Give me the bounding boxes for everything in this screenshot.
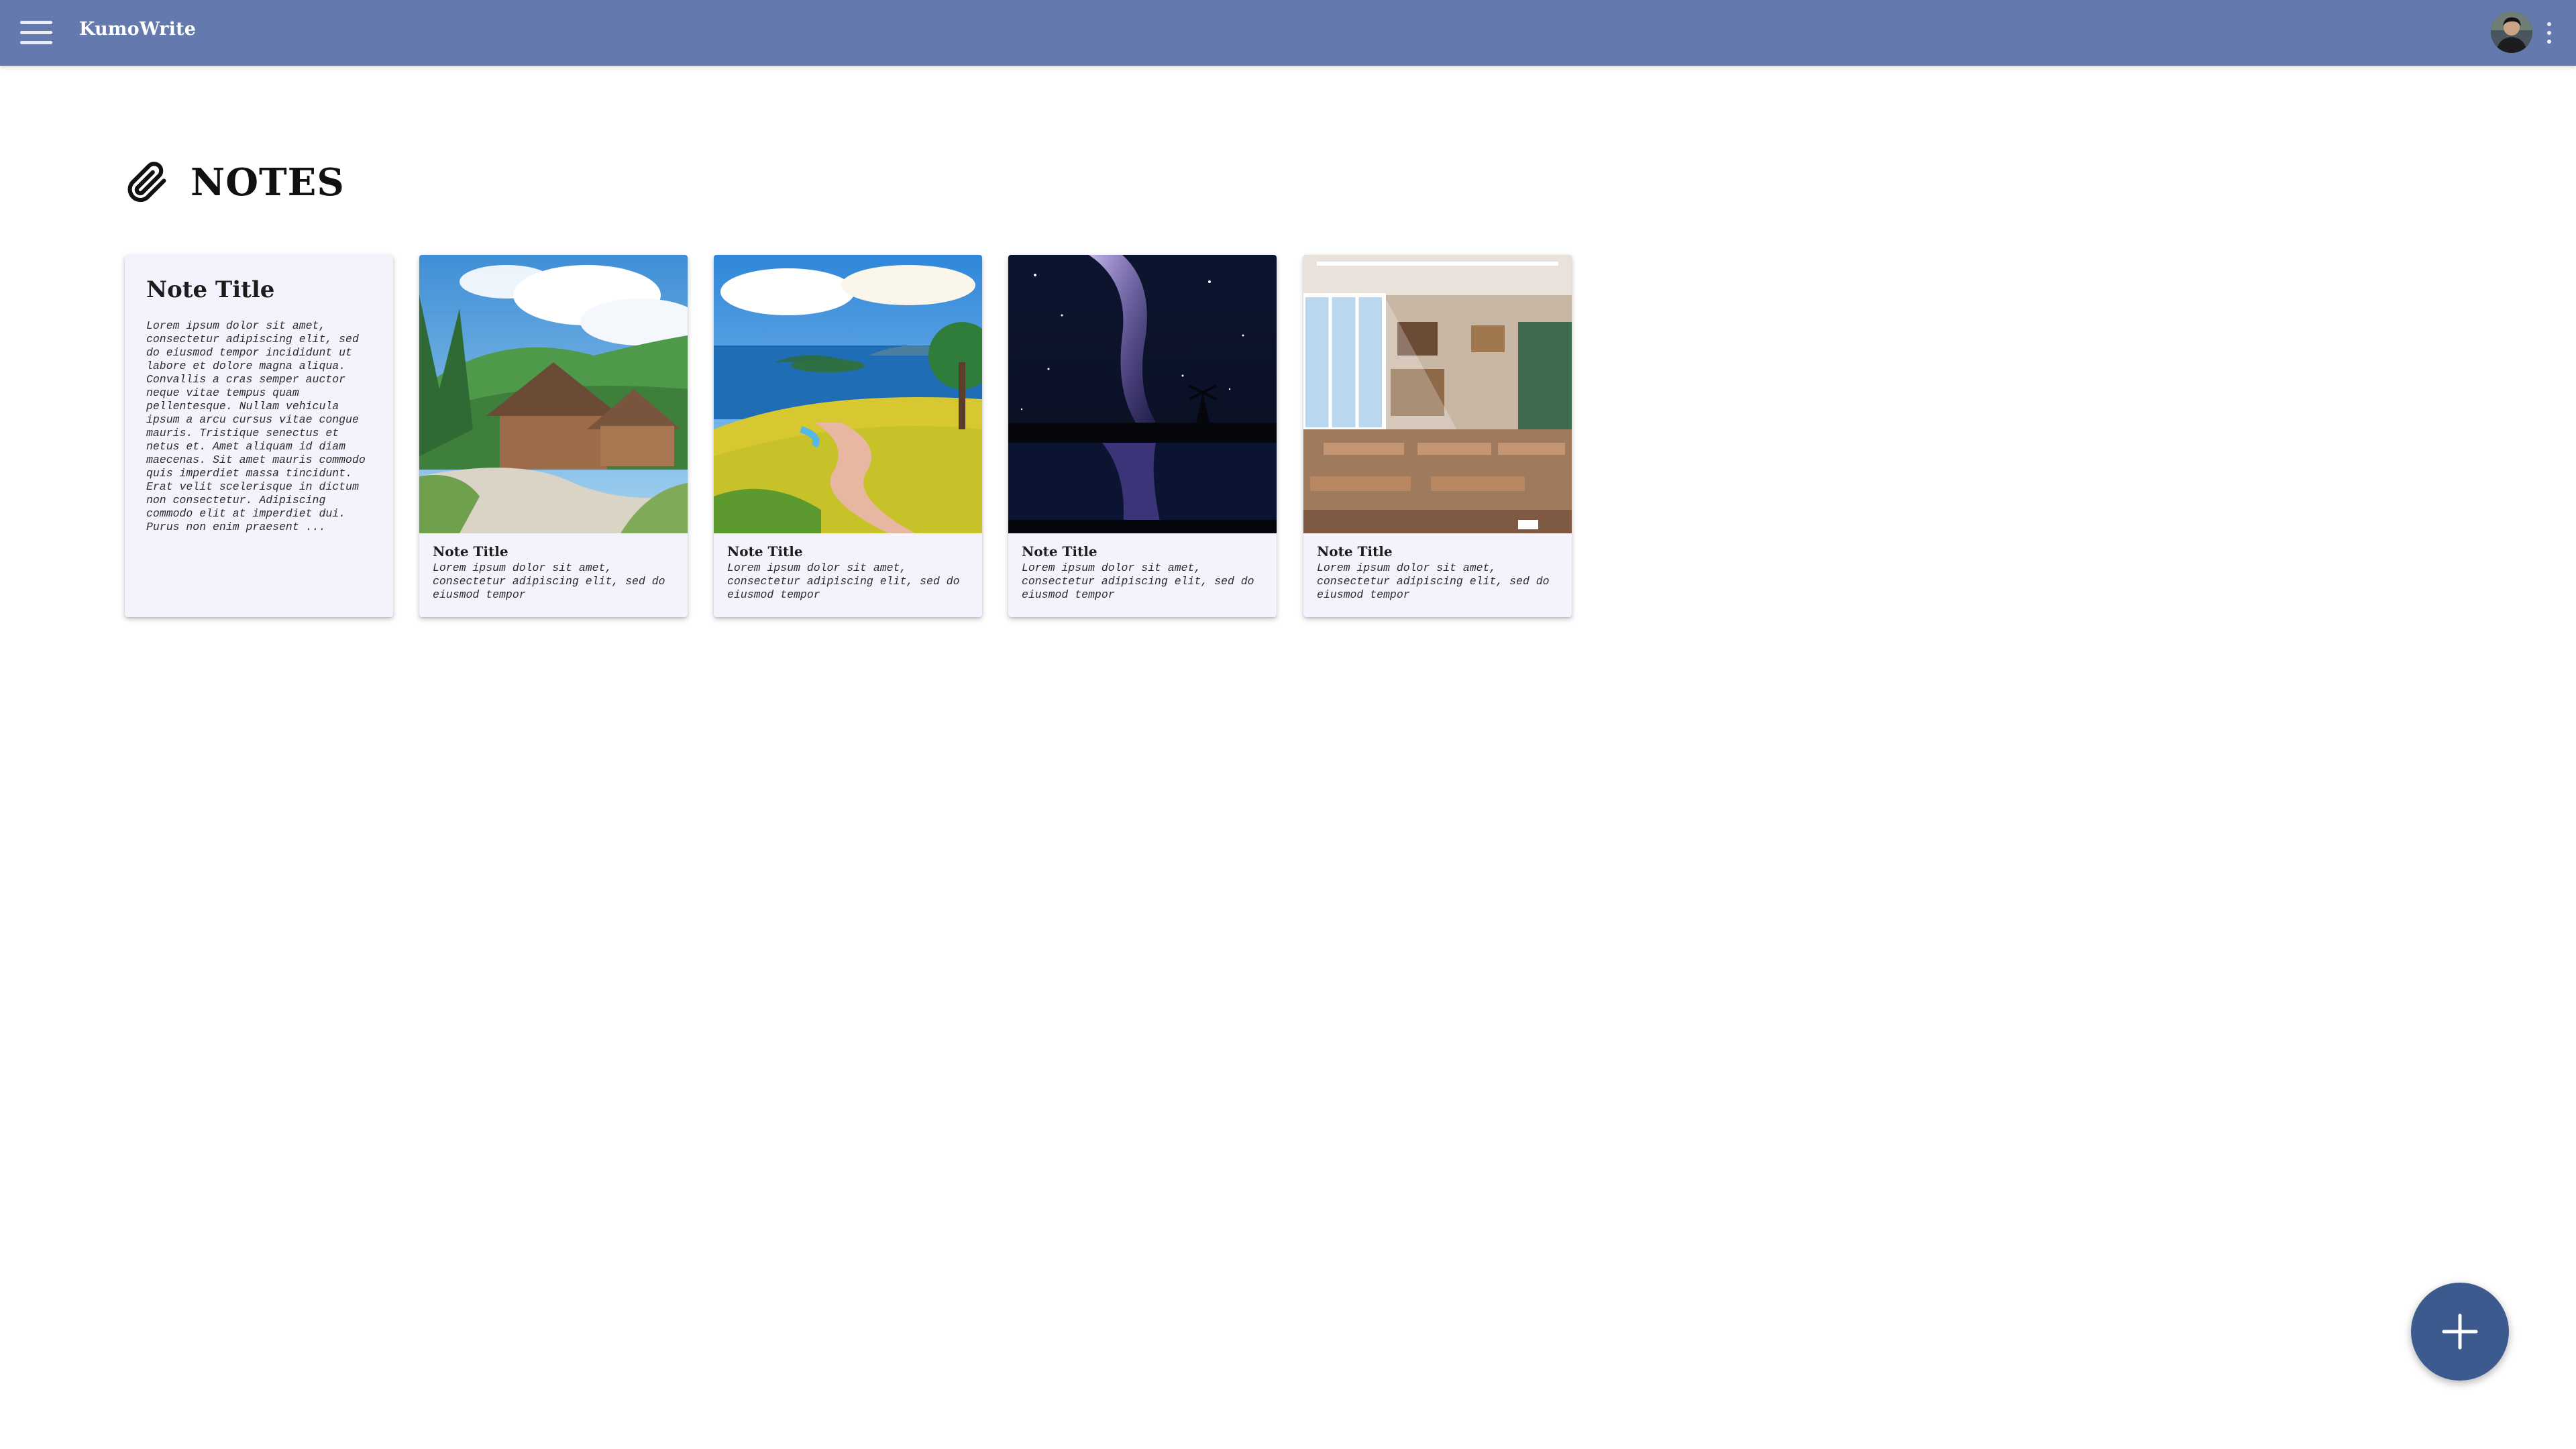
note-card[interactable]: Note Title Lorem ipsum dolor sit amet, c… xyxy=(419,255,688,617)
note-title: Note Title xyxy=(146,276,275,303)
note-body: Lorem ipsum dolor sit amet, consectetur … xyxy=(146,319,366,533)
add-note-button[interactable] xyxy=(2411,1283,2509,1381)
note-body: Lorem ipsum dolor sit amet, consectetur … xyxy=(727,561,960,601)
page-heading: NOTES xyxy=(122,156,345,209)
note-card[interactable]: Note Title Lorem ipsum dolor sit amet, c… xyxy=(125,255,393,617)
note-title: Note Title xyxy=(1317,543,1393,559)
more-vertical-icon[interactable] xyxy=(2539,15,2559,51)
note-body: Lorem ipsum dolor sit amet, consectetur … xyxy=(433,561,665,601)
user-avatar[interactable] xyxy=(2491,11,2532,53)
milky-way-night-image xyxy=(1008,255,1277,533)
seaside-meadow-image xyxy=(714,255,982,533)
note-body: Lorem ipsum dolor sit amet, consectetur … xyxy=(1022,561,1254,601)
note-title: Note Title xyxy=(1022,543,1097,559)
note-card[interactable]: Note Title Lorem ipsum dolor sit amet, c… xyxy=(1303,255,1572,617)
note-title: Note Title xyxy=(433,543,508,559)
hamburger-menu-icon[interactable] xyxy=(16,15,56,51)
note-body: Lorem ipsum dolor sit amet, consectetur … xyxy=(1317,561,1550,601)
page-title: NOTES xyxy=(191,160,345,205)
note-card[interactable]: Note Title Lorem ipsum dolor sit amet, c… xyxy=(714,255,982,617)
note-card[interactable]: Note Title Lorem ipsum dolor sit amet, c… xyxy=(1008,255,1277,617)
app-title: KumoWrite xyxy=(79,19,197,40)
village-cottages-image xyxy=(419,255,688,533)
paperclip-icon xyxy=(127,162,166,203)
top-app-bar: KumoWrite xyxy=(0,0,2576,66)
classroom-image xyxy=(1303,255,1572,533)
plus-icon xyxy=(2442,1313,2478,1350)
note-title: Note Title xyxy=(727,543,803,559)
